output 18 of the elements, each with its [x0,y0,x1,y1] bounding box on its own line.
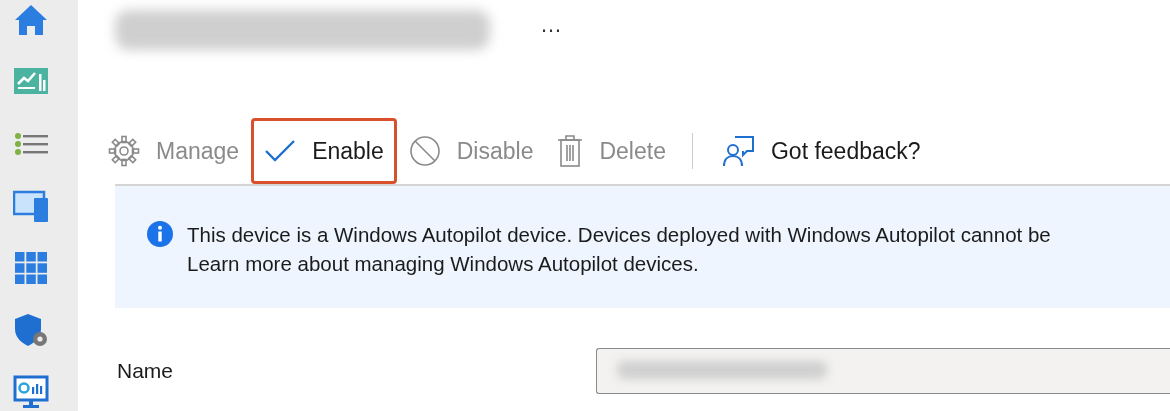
devices-icon[interactable] [13,188,49,224]
settings-icon [108,135,140,167]
notice-text: This device is a Windows Autopilot device. Devices deployed with Windows Autopilot cannot be [187,222,1051,248]
prohibited-icon [408,135,441,167]
shield-gear-icon[interactable] [13,312,49,348]
checkmark-icon [264,139,297,163]
trash-icon [557,134,584,168]
toolbar-button[interactable]: Enable [251,118,397,184]
home-icon[interactable] [13,2,49,38]
apps-grid-icon[interactable] [13,250,49,286]
feedback-icon [722,135,755,167]
monitor-icon[interactable] [13,374,49,410]
name-field[interactable] [596,348,1170,394]
notice-text: Learn more about managing Windows Autopilot devices. [187,251,700,277]
more-button[interactable]: … [540,14,562,36]
info-icon [147,221,173,247]
field-label: Name [116,358,175,385]
toolbar-button[interactable]: Got feedback? [710,118,933,184]
